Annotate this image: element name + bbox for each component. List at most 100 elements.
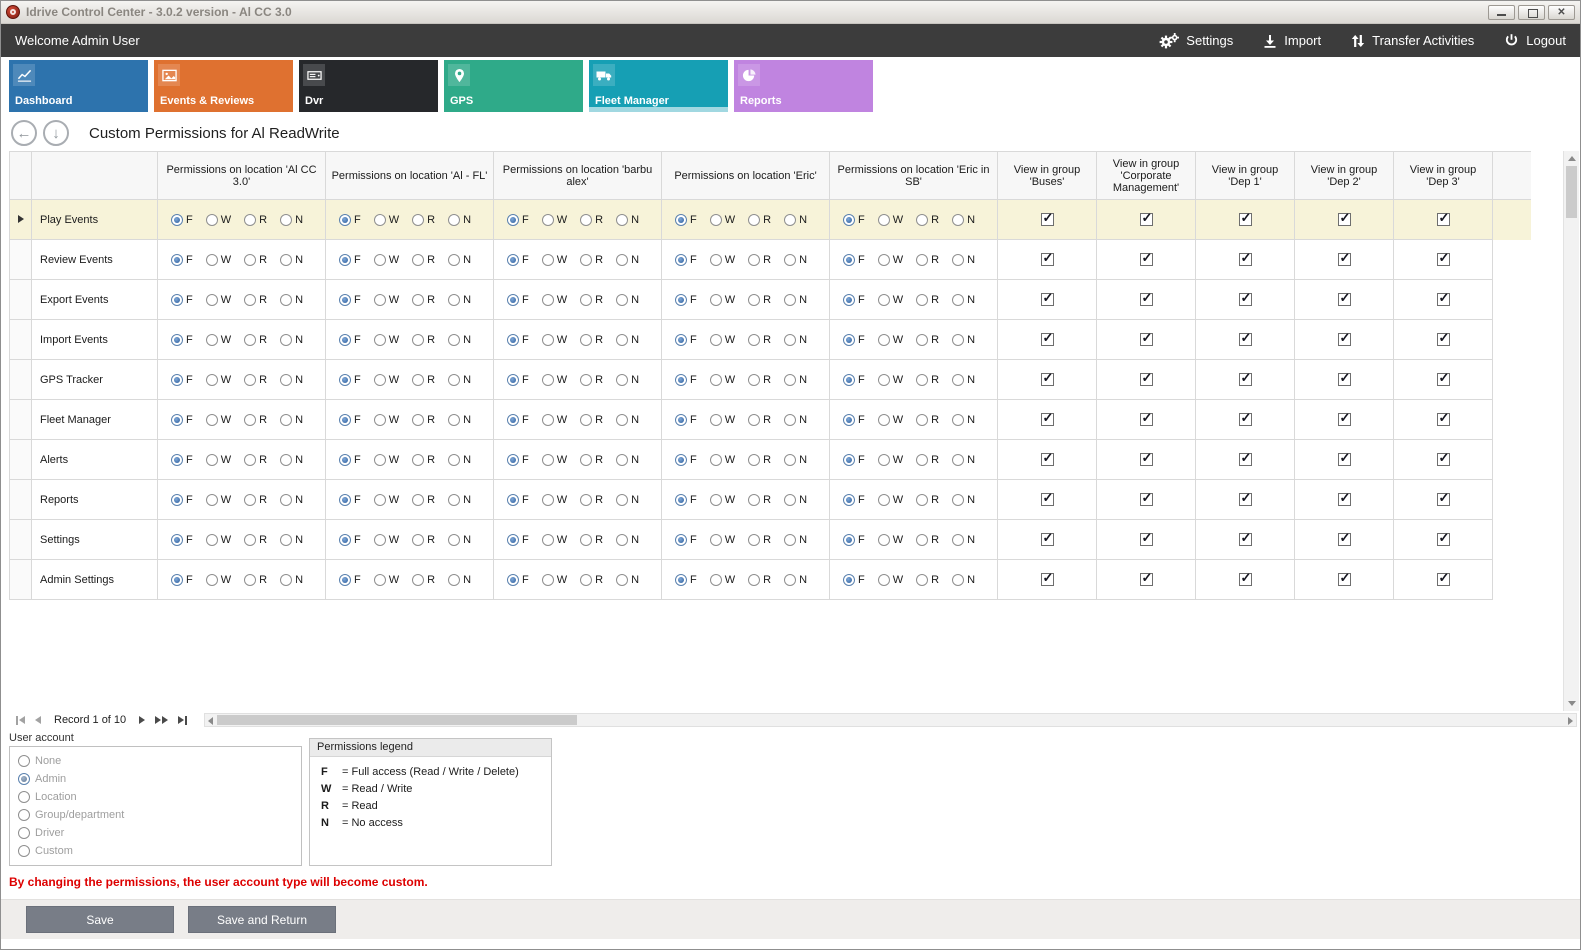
horizontal-scrollbar[interactable] — [204, 713, 1577, 727]
permission-radio-n[interactable]: N — [784, 294, 807, 306]
group-visibility-checkbox[interactable] — [1437, 413, 1450, 426]
group-visibility-checkbox[interactable] — [1041, 213, 1054, 226]
group-visibility-checkbox[interactable] — [1239, 373, 1252, 386]
permission-radio-w[interactable]: W — [542, 574, 567, 586]
permission-radio-w[interactable]: W — [542, 454, 567, 466]
group-visibility-checkbox[interactable] — [1239, 453, 1252, 466]
group-visibility-checkbox[interactable] — [1140, 573, 1153, 586]
permission-radio-n[interactable]: N — [952, 534, 975, 546]
permission-radio-r[interactable]: R — [748, 534, 771, 546]
permission-radio-r[interactable]: R — [244, 454, 267, 466]
group-visibility-checkbox[interactable] — [1437, 253, 1450, 266]
permission-radio-n[interactable]: N — [952, 414, 975, 426]
permission-radio-r[interactable]: R — [916, 334, 939, 346]
permission-radio-f[interactable]: F — [339, 414, 361, 426]
permission-radio-n[interactable]: N — [280, 374, 303, 386]
permission-radio-w[interactable]: W — [710, 414, 735, 426]
permission-radio-f[interactable]: F — [675, 574, 697, 586]
user-account-option-none[interactable]: None — [18, 752, 293, 770]
permission-radio-n[interactable]: N — [280, 414, 303, 426]
group-visibility-checkbox[interactable] — [1239, 573, 1252, 586]
permission-radio-f[interactable]: F — [843, 414, 865, 426]
permission-radio-n[interactable]: N — [784, 254, 807, 266]
group-visibility-checkbox[interactable] — [1338, 253, 1351, 266]
scroll-up-icon[interactable] — [1568, 156, 1576, 161]
permission-radio-w[interactable]: W — [710, 534, 735, 546]
permission-radio-n[interactable]: N — [952, 334, 975, 346]
permission-radio-r[interactable]: R — [412, 294, 435, 306]
tab-gps[interactable]: GPS — [444, 60, 583, 112]
permission-radio-n[interactable]: N — [448, 254, 471, 266]
group-visibility-checkbox[interactable] — [1239, 493, 1252, 506]
group-visibility-checkbox[interactable] — [1338, 493, 1351, 506]
permission-radio-f[interactable]: F — [339, 574, 361, 586]
permission-radio-f[interactable]: F — [171, 294, 193, 306]
permission-radio-r[interactable]: R — [748, 414, 771, 426]
permission-radio-n[interactable]: N — [280, 454, 303, 466]
permission-radio-w[interactable]: W — [206, 534, 231, 546]
permission-radio-r[interactable]: R — [748, 254, 771, 266]
permission-radio-f[interactable]: F — [171, 534, 193, 546]
permission-radio-w[interactable]: W — [878, 334, 903, 346]
permission-radio-w[interactable]: W — [878, 494, 903, 506]
permission-radio-w[interactable]: W — [374, 294, 399, 306]
permission-radio-n[interactable]: N — [952, 574, 975, 586]
permission-radio-r[interactable]: R — [244, 294, 267, 306]
tab-dvr[interactable]: Dvr — [299, 60, 438, 112]
permission-radio-w[interactable]: W — [206, 214, 231, 226]
user-account-option-admin[interactable]: Admin — [18, 770, 293, 788]
permission-radio-n[interactable]: N — [448, 494, 471, 506]
group-visibility-checkbox[interactable] — [1338, 413, 1351, 426]
permission-radio-f[interactable]: F — [339, 214, 361, 226]
permission-radio-f[interactable]: F — [675, 494, 697, 506]
group-visibility-checkbox[interactable] — [1437, 373, 1450, 386]
permission-radio-r[interactable]: R — [244, 214, 267, 226]
maximize-button[interactable] — [1518, 5, 1545, 20]
group-visibility-checkbox[interactable] — [1140, 533, 1153, 546]
save-button[interactable]: Save — [26, 906, 174, 933]
group-visibility-checkbox[interactable] — [1041, 453, 1054, 466]
permission-radio-w[interactable]: W — [710, 254, 735, 266]
permission-radio-w[interactable]: W — [374, 374, 399, 386]
user-account-option-custom[interactable]: Custom — [18, 842, 293, 860]
permission-radio-n[interactable]: N — [784, 374, 807, 386]
group-visibility-checkbox[interactable] — [1437, 293, 1450, 306]
column-header[interactable]: View in group 'Dep 3' — [1394, 152, 1493, 200]
permission-radio-r[interactable]: R — [748, 374, 771, 386]
permission-radio-w[interactable]: W — [878, 454, 903, 466]
tab-dashboard[interactable]: Dashboard — [9, 60, 148, 112]
permission-radio-n[interactable]: N — [784, 214, 807, 226]
permission-radio-r[interactable]: R — [580, 374, 603, 386]
horizontal-scroll-thumb[interactable] — [217, 715, 577, 725]
group-visibility-checkbox[interactable] — [1338, 453, 1351, 466]
column-header[interactable]: View in group 'Dep 2' — [1295, 152, 1394, 200]
permission-radio-w[interactable]: W — [710, 374, 735, 386]
permission-radio-f[interactable]: F — [843, 574, 865, 586]
group-visibility-checkbox[interactable] — [1041, 493, 1054, 506]
import-button[interactable]: Import — [1263, 33, 1321, 48]
permission-radio-w[interactable]: W — [206, 254, 231, 266]
permission-radio-r[interactable]: R — [412, 574, 435, 586]
permission-radio-w[interactable]: W — [206, 294, 231, 306]
scroll-down-icon[interactable] — [1568, 701, 1576, 706]
permission-radio-r[interactable]: R — [916, 214, 939, 226]
permission-radio-n[interactable]: N — [448, 374, 471, 386]
permission-radio-n[interactable]: N — [784, 534, 807, 546]
permission-radio-f[interactable]: F — [507, 574, 529, 586]
permission-radio-f[interactable]: F — [507, 494, 529, 506]
group-visibility-checkbox[interactable] — [1338, 213, 1351, 226]
column-header[interactable]: Permissions on location 'Eric' — [662, 152, 830, 200]
permission-radio-w[interactable]: W — [878, 214, 903, 226]
permission-radio-f[interactable]: F — [171, 574, 193, 586]
permission-radio-f[interactable]: F — [507, 534, 529, 546]
group-visibility-checkbox[interactable] — [1140, 213, 1153, 226]
permission-radio-n[interactable]: N — [280, 254, 303, 266]
permission-radio-f[interactable]: F — [843, 454, 865, 466]
permission-radio-r[interactable]: R — [748, 214, 771, 226]
permission-radio-n[interactable]: N — [784, 574, 807, 586]
permission-radio-r[interactable]: R — [580, 534, 603, 546]
permission-radio-f[interactable]: F — [507, 374, 529, 386]
permission-radio-n[interactable]: N — [616, 334, 639, 346]
first-record-button[interactable] — [11, 712, 30, 728]
permission-radio-f[interactable]: F — [339, 334, 361, 346]
